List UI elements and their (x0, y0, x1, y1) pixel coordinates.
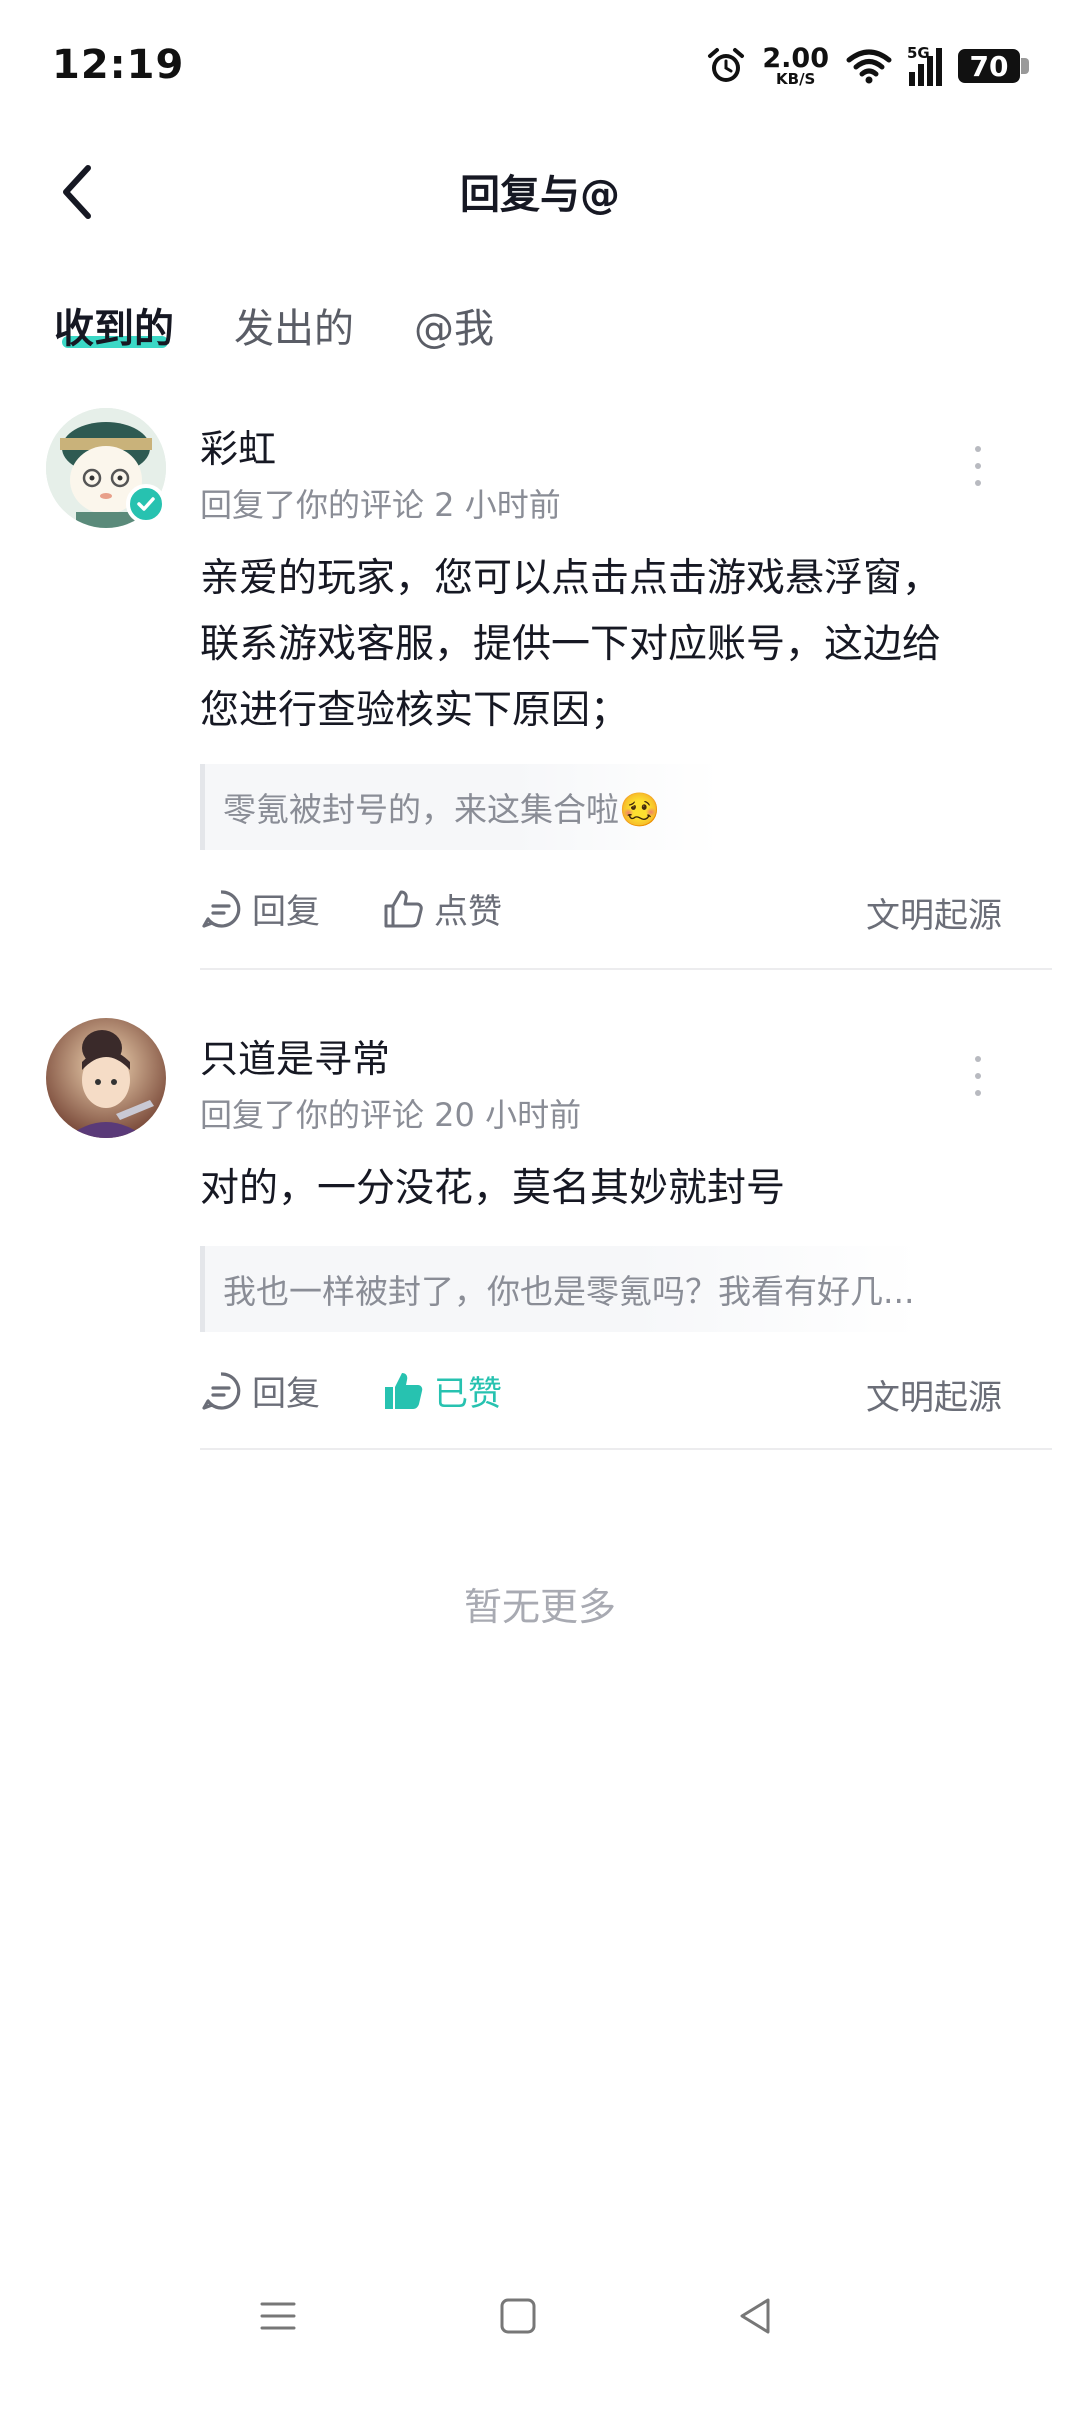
tab-sent[interactable]: 发出的 (234, 296, 354, 354)
more-options-icon[interactable] (972, 446, 984, 486)
like-button[interactable]: 点赞 (382, 884, 502, 933)
net-speed-value: 2.00 (762, 43, 829, 74)
divider (200, 1448, 1052, 1450)
battery-indicator: 70 (958, 49, 1029, 83)
comment-bubble-icon (202, 889, 241, 928)
avatar-image (46, 1018, 166, 1138)
wifi-icon (846, 49, 892, 84)
status-time: 12:19 (52, 42, 185, 88)
thumbs-up-filled-icon (385, 1372, 423, 1409)
comment-body-line: 联系游戏客服，提供一下对应账号，这边给 (200, 622, 942, 667)
comment-body: 亲爱的玩家，您可以点击点击游戏悬浮窗， 联系游戏客服，提供一下对应账号，这边给 … (200, 546, 1040, 744)
source-link[interactable]: 文明起源 (866, 888, 1002, 937)
system-nav-bar (0, 2240, 1080, 2412)
no-more-text: 暂无更多 (463, 1585, 616, 1629)
avatar[interactable] (46, 1018, 166, 1138)
verified-badge-icon (126, 484, 166, 524)
tab-mentions[interactable]: @我 (414, 296, 494, 354)
comment-body: 对的，一分没花，莫名其妙就封号 (200, 1156, 1040, 1222)
comment-meta: 回复了你的评论 20 小时前 (200, 1096, 582, 1134)
quoted-comment[interactable]: 零氪被封号的，来这集合啦🥴 (200, 764, 720, 850)
alarm-icon (708, 48, 745, 82)
back-nav-icon[interactable] (736, 2294, 776, 2338)
thumbs-up-icon (384, 890, 423, 927)
tab-received[interactable]: 收到的 (54, 296, 174, 354)
comment-body-line: 对的，一分没花，莫名其妙就封号 (200, 1166, 786, 1211)
net-speed-unit: KB/S (776, 70, 816, 88)
reply-button[interactable]: 回复 (200, 1366, 320, 1415)
divider (200, 968, 1052, 970)
reply-button[interactable]: 回复 (200, 884, 320, 933)
source-link[interactable]: 文明起源 (866, 1370, 1002, 1419)
more-options-icon[interactable] (972, 1056, 984, 1096)
comment-author[interactable]: 只道是寻常 (200, 1028, 390, 1083)
status-icons: 2.00 KB/S 5G 70 (706, 38, 1029, 94)
battery-level: 70 (969, 49, 1009, 83)
network-type: 5G (907, 44, 930, 62)
like-button[interactable]: 已赞 (382, 1366, 502, 1415)
comment-bubble-icon (202, 1371, 241, 1410)
like-label: 点赞 (434, 892, 502, 932)
reply-label: 回复 (252, 1374, 320, 1414)
comment-body-line: 亲爱的玩家，您可以点击点击游戏悬浮窗， (200, 556, 942, 601)
menu-icon[interactable] (258, 2296, 298, 2336)
home-icon[interactable] (498, 2296, 538, 2336)
cellular-signal-icon: 5G (907, 44, 942, 86)
comment-body-line: 您进行查验核实下原因； (200, 688, 630, 733)
quoted-comment[interactable]: 我也一样被封了，你也是零氪吗？我看有好几... (200, 1246, 920, 1332)
reply-label: 回复 (252, 892, 320, 932)
status-bar: 12:19 2.00 KB/S 5G 70 (0, 0, 1080, 120)
like-label: 已赞 (434, 1374, 502, 1414)
comment-author[interactable]: 彩虹 (200, 418, 276, 473)
net-speed: 2.00 KB/S (762, 45, 829, 87)
comment-meta: 回复了你的评论 2 小时前 (200, 486, 561, 524)
page-title: 回复与@ (460, 172, 620, 218)
